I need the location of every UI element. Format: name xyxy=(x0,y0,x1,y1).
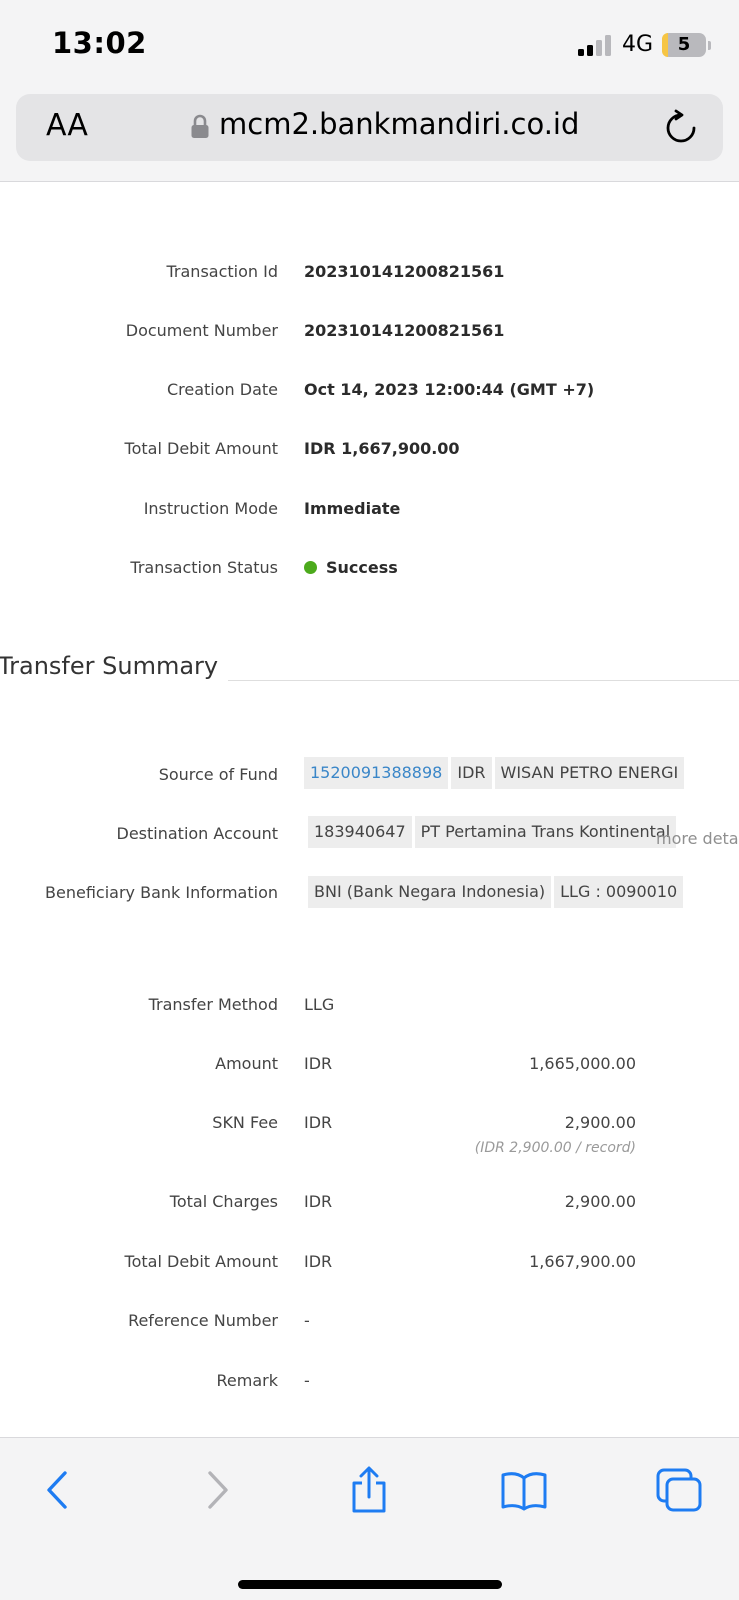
document-number-label: Document Number xyxy=(125,321,278,340)
destination-account-name: PT Pertamina Trans Kontinental xyxy=(414,816,677,848)
browser-address-area: AA mcm2.bankmandiri.co.id xyxy=(0,90,739,182)
source-account-link[interactable]: 1520091388898 xyxy=(304,757,449,789)
creation-date-value: Oct 14, 2023 12:00:44 (GMT +7) xyxy=(304,380,595,399)
total-debit-amount-value: 1,667,900.00 xyxy=(529,1252,636,1271)
forward-icon[interactable] xyxy=(193,1466,241,1514)
instruction-mode-value: Immediate xyxy=(304,499,401,518)
document-number-value: 202310141200821561 xyxy=(304,321,505,340)
bookmarks-icon[interactable] xyxy=(500,1466,548,1514)
share-icon[interactable] xyxy=(345,1466,393,1514)
transaction-status-label: Transaction Status xyxy=(130,558,278,577)
source-currency: IDR xyxy=(451,757,492,789)
status-text: Success xyxy=(326,558,398,577)
source-name: WISAN PETRO ENERGI xyxy=(494,757,685,789)
transfer-method-value: LLG xyxy=(304,995,335,1014)
skn-fee-label: SKN Fee xyxy=(212,1113,278,1132)
text-size-button[interactable]: AA xyxy=(46,108,88,143)
beneficiary-bank-value: BNI (Bank Negara Indonesia) LLG : 0090010 xyxy=(308,876,686,908)
address-bar[interactable]: AA mcm2.bankmandiri.co.id xyxy=(16,94,723,161)
status-dot-icon xyxy=(304,561,317,574)
beneficiary-bank-label: Beneficiary Bank Information xyxy=(45,883,278,902)
reference-number-label: Reference Number xyxy=(128,1311,278,1330)
section-divider xyxy=(228,680,739,681)
creation-date-label: Creation Date xyxy=(166,380,278,399)
skn-fee-currency: IDR xyxy=(304,1113,333,1132)
url-text[interactable]: mcm2.bankmandiri.co.id xyxy=(219,107,579,141)
lock-icon xyxy=(191,114,209,138)
destination-account-value: 183940647 PT Pertamina Trans Kontinental xyxy=(308,816,679,848)
home-indicator[interactable] xyxy=(238,1580,502,1589)
source-of-fund-value: 1520091388898 IDR WISAN PETRO ENERGI xyxy=(304,757,687,789)
total-debit-label: Total Debit Amount xyxy=(124,439,278,458)
total-charges-value: 2,900.00 xyxy=(564,1192,636,1211)
amount-currency: IDR xyxy=(304,1054,333,1073)
signal-icon xyxy=(578,34,614,56)
beneficiary-bank-code: LLG : 0090010 xyxy=(554,876,684,908)
amount-value: 1,665,000.00 xyxy=(529,1054,636,1073)
skn-fee-note: (IDR 2,900.00 / record) xyxy=(474,1140,636,1156)
remark-label: Remark xyxy=(216,1371,278,1390)
amount-label: Amount xyxy=(215,1054,278,1073)
battery-level: 5 xyxy=(677,34,691,55)
skn-fee-value: 2,900.00 xyxy=(564,1113,636,1132)
page-content: Transaction Id 202310141200821561 Docume… xyxy=(0,183,739,1437)
transaction-id-value: 202310141200821561 xyxy=(304,262,505,281)
instruction-mode-label: Instruction Mode xyxy=(143,499,278,518)
more-detail-link[interactable]: more detail xyxy=(656,829,739,848)
beneficiary-bank-name: BNI (Bank Negara Indonesia) xyxy=(308,876,552,908)
source-of-fund-label: Source of Fund xyxy=(158,765,278,784)
clock: 13:02 xyxy=(52,26,147,60)
reload-icon[interactable] xyxy=(661,108,701,148)
reference-number-value: - xyxy=(304,1311,310,1330)
remark-value: - xyxy=(304,1371,310,1390)
browser-toolbar xyxy=(0,1437,739,1600)
battery-tip xyxy=(708,41,711,50)
transaction-status-value: Success xyxy=(304,558,398,577)
total-debit-amount-label: Total Debit Amount xyxy=(124,1252,278,1271)
destination-account-number: 183940647 xyxy=(308,816,412,848)
network-type: 4G xyxy=(622,32,654,57)
status-bar: 13:02 4G 5 xyxy=(0,0,739,90)
transaction-id-label: Transaction Id xyxy=(166,262,279,281)
tabs-icon[interactable] xyxy=(655,1466,703,1514)
back-icon[interactable] xyxy=(34,1466,82,1514)
total-debit-value: IDR 1,667,900.00 xyxy=(304,439,460,458)
section-title-transfer-summary: Transfer Summary xyxy=(0,652,219,680)
destination-account-label: Destination Account xyxy=(116,824,279,843)
total-charges-label: Total Charges xyxy=(169,1192,278,1211)
total-debit-amount-currency: IDR xyxy=(304,1252,333,1271)
battery-icon: 5 xyxy=(662,33,706,57)
total-charges-currency: IDR xyxy=(304,1192,333,1211)
transfer-method-label: Transfer Method xyxy=(148,995,278,1014)
